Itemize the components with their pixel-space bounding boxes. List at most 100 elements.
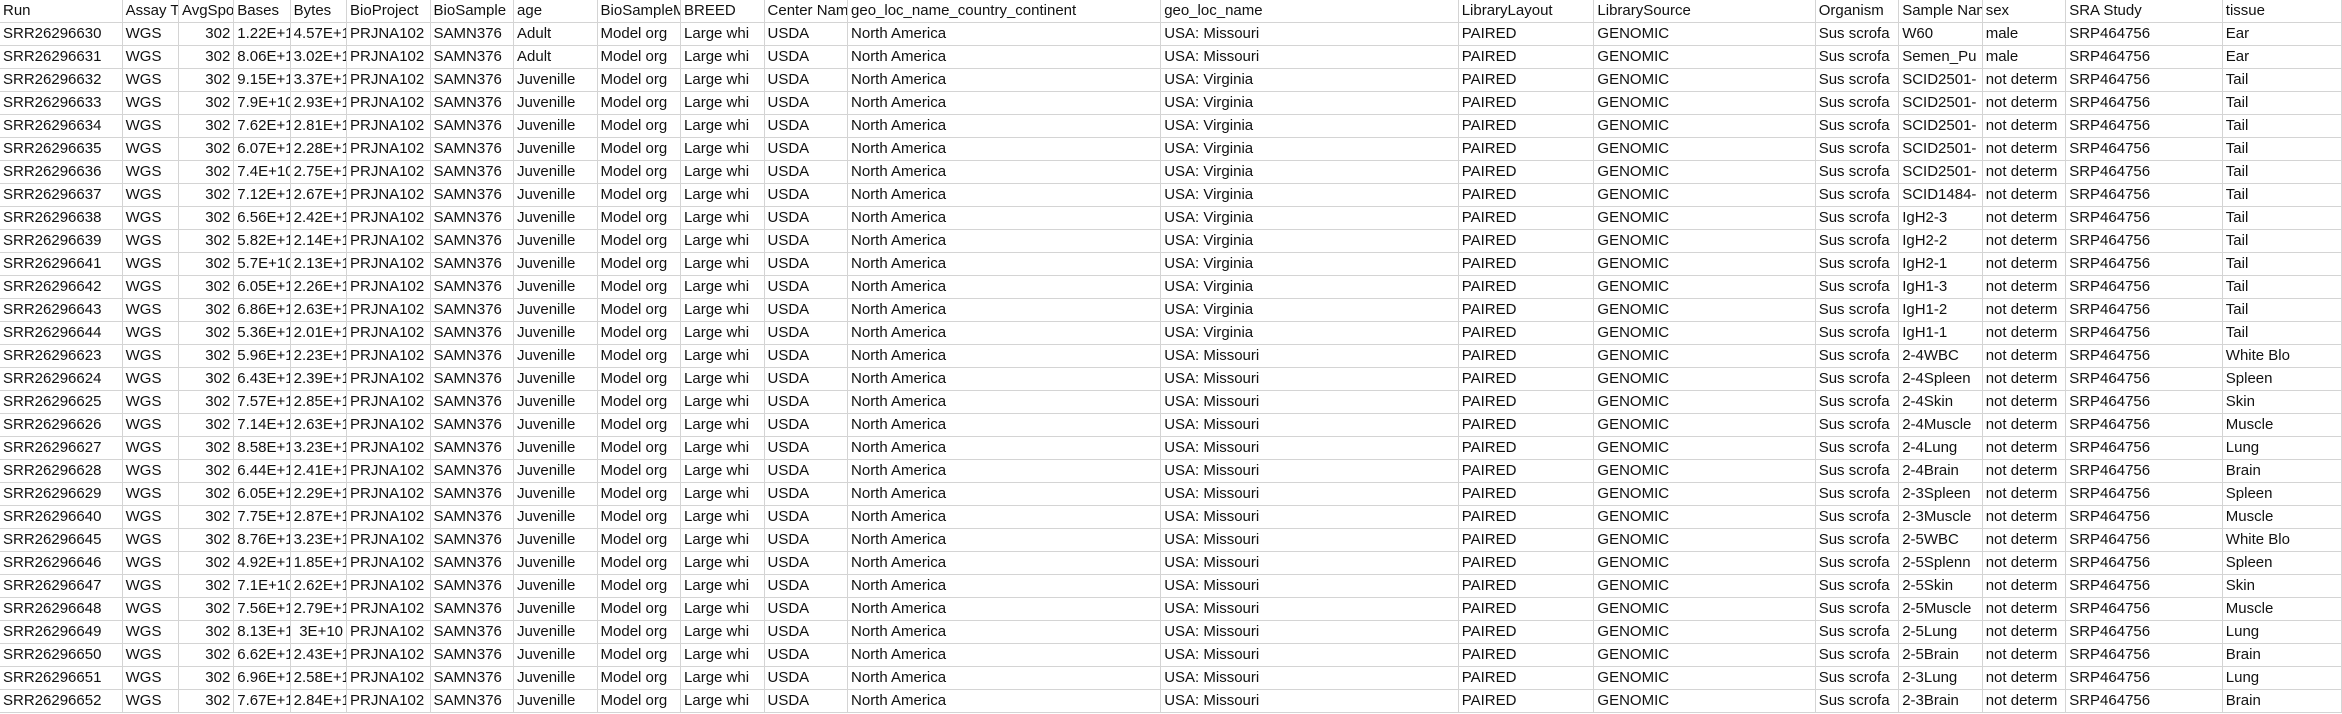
table-cell[interactable]: Juvenille bbox=[513, 114, 598, 138]
table-cell[interactable]: SRR26296638 bbox=[0, 206, 123, 230]
table-cell[interactable]: Large whi bbox=[680, 114, 765, 138]
table-cell[interactable]: Model org bbox=[597, 252, 682, 276]
table-cell[interactable]: Juvenille bbox=[513, 528, 598, 552]
table-cell[interactable]: 302 bbox=[178, 574, 235, 598]
table-cell[interactable]: SRR26296624 bbox=[0, 367, 123, 391]
table-cell[interactable]: Large whi bbox=[680, 505, 765, 529]
table-cell[interactable]: North America bbox=[847, 551, 1162, 575]
table-cell[interactable]: SAMN376 bbox=[430, 574, 515, 598]
table-cell[interactable]: WGS bbox=[122, 551, 179, 575]
table-cell[interactable]: SRP464756 bbox=[2065, 344, 2223, 368]
table-cell[interactable]: USDA bbox=[764, 574, 849, 598]
table-row[interactable]: SRR26296631WGS3028.06E+103.02E+10PRJNA10… bbox=[0, 45, 2342, 69]
table-cell[interactable]: not determ bbox=[1982, 666, 2067, 690]
table-cell[interactable]: 3.23E+10 bbox=[290, 528, 348, 552]
table-cell[interactable]: Large whi bbox=[680, 321, 765, 345]
table-cell[interactable]: Model org bbox=[597, 505, 682, 529]
table-cell[interactable]: GENOMIC bbox=[1593, 459, 1816, 483]
table-cell[interactable]: not determ bbox=[1982, 574, 2067, 598]
table-cell[interactable]: Model org bbox=[597, 482, 682, 506]
table-cell[interactable]: North America bbox=[847, 91, 1162, 115]
table-row[interactable]: SRR26296627WGS3028.58E+103.23E+10PRJNA10… bbox=[0, 436, 2342, 460]
table-cell[interactable]: WGS bbox=[122, 137, 179, 161]
table-cell[interactable]: 5.7E+10 bbox=[233, 252, 291, 276]
table-cell[interactable]: Juvenille bbox=[513, 229, 598, 253]
table-cell[interactable]: Juvenille bbox=[513, 436, 598, 460]
table-cell[interactable]: SRP464756 bbox=[2065, 275, 2223, 299]
table-cell[interactable]: 302 bbox=[178, 436, 235, 460]
table-cell[interactable]: Model org bbox=[597, 45, 682, 69]
table-cell[interactable]: 3E+10 bbox=[290, 620, 348, 644]
table-cell[interactable]: IgH1-1 bbox=[1898, 321, 1983, 345]
table-cell[interactable]: 6.43E+10 bbox=[233, 367, 291, 391]
table-cell[interactable]: Tail bbox=[2222, 91, 2342, 115]
table-cell[interactable]: PAIRED bbox=[1458, 413, 1595, 437]
table-cell[interactable]: USA: Virginia bbox=[1160, 298, 1459, 322]
table-cell[interactable]: Sus scrofa bbox=[1815, 551, 1900, 575]
table-cell[interactable]: North America bbox=[847, 689, 1162, 713]
table-cell[interactable]: 302 bbox=[178, 528, 235, 552]
table-cell[interactable]: 302 bbox=[178, 68, 235, 92]
table-cell[interactable]: 2.67E+10 bbox=[290, 183, 348, 207]
table-cell[interactable]: Model org bbox=[597, 643, 682, 667]
table-cell[interactable]: GENOMIC bbox=[1593, 620, 1816, 644]
table-cell[interactable]: 2.13E+10 bbox=[290, 252, 348, 276]
table-cell[interactable]: SAMN376 bbox=[430, 459, 515, 483]
table-cell[interactable]: 7.4E+10 bbox=[233, 160, 291, 184]
table-cell[interactable]: SRR26296631 bbox=[0, 45, 123, 69]
table-cell[interactable]: USDA bbox=[764, 666, 849, 690]
table-cell[interactable]: PAIRED bbox=[1458, 91, 1595, 115]
table-cell[interactable]: North America bbox=[847, 45, 1162, 69]
table-cell[interactable]: Sus scrofa bbox=[1815, 620, 1900, 644]
table-row[interactable]: SRR26296636WGS3027.4E+102.75E+10PRJNA102… bbox=[0, 160, 2342, 184]
table-cell[interactable]: North America bbox=[847, 344, 1162, 368]
table-cell[interactable]: 2-5WBC bbox=[1898, 528, 1983, 552]
table-cell[interactable]: Large whi bbox=[680, 643, 765, 667]
column-header[interactable]: tissue bbox=[2222, 0, 2342, 23]
table-cell[interactable]: 2.41E+10 bbox=[290, 459, 348, 483]
table-cell[interactable]: WGS bbox=[122, 344, 179, 368]
table-cell[interactable]: Model org bbox=[597, 298, 682, 322]
table-cell[interactable]: Juvenille bbox=[513, 298, 598, 322]
table-cell[interactable]: Juvenille bbox=[513, 183, 598, 207]
table-cell[interactable]: Lung bbox=[2222, 436, 2342, 460]
table-cell[interactable]: 9.15E+10 bbox=[233, 68, 291, 92]
table-cell[interactable]: North America bbox=[847, 275, 1162, 299]
table-cell[interactable]: Juvenille bbox=[513, 551, 598, 575]
table-cell[interactable]: SRP464756 bbox=[2065, 45, 2223, 69]
table-cell[interactable]: PAIRED bbox=[1458, 344, 1595, 368]
table-cell[interactable]: PRJNA102 bbox=[346, 505, 431, 529]
table-cell[interactable]: SAMN376 bbox=[430, 298, 515, 322]
table-cell[interactable]: GENOMIC bbox=[1593, 413, 1816, 437]
table-row[interactable]: SRR26296629WGS3026.05E+102.29E+10PRJNA10… bbox=[0, 482, 2342, 506]
table-cell[interactable]: WGS bbox=[122, 574, 179, 598]
table-cell[interactable]: PRJNA102 bbox=[346, 183, 431, 207]
table-cell[interactable]: SAMN376 bbox=[430, 597, 515, 621]
table-cell[interactable]: IgH2-3 bbox=[1898, 206, 1983, 230]
table-cell[interactable]: USDA bbox=[764, 45, 849, 69]
table-cell[interactable]: SAMN376 bbox=[430, 390, 515, 414]
table-cell[interactable]: SRP464756 bbox=[2065, 574, 2223, 598]
table-cell[interactable]: 2.63E+10 bbox=[290, 413, 348, 437]
table-cell[interactable]: SRP464756 bbox=[2065, 413, 2223, 437]
table-cell[interactable]: Sus scrofa bbox=[1815, 344, 1900, 368]
table-cell[interactable]: SAMN376 bbox=[430, 206, 515, 230]
table-cell[interactable]: 2.23E+10 bbox=[290, 344, 348, 368]
table-cell[interactable]: Ear bbox=[2222, 45, 2342, 69]
table-cell[interactable]: Large whi bbox=[680, 528, 765, 552]
table-cell[interactable]: 2-5Skin bbox=[1898, 574, 1983, 598]
table-cell[interactable]: WGS bbox=[122, 229, 179, 253]
table-cell[interactable]: PAIRED bbox=[1458, 114, 1595, 138]
table-cell[interactable]: PAIRED bbox=[1458, 321, 1595, 345]
table-cell[interactable]: Sus scrofa bbox=[1815, 528, 1900, 552]
table-cell[interactable]: USDA bbox=[764, 206, 849, 230]
table-cell[interactable]: SCID2501- bbox=[1898, 137, 1983, 161]
table-cell[interactable]: Sus scrofa bbox=[1815, 114, 1900, 138]
table-cell[interactable]: Juvenille bbox=[513, 275, 598, 299]
table-cell[interactable]: 1.22E+11 bbox=[233, 22, 291, 46]
table-row[interactable]: SRR26296646WGS3024.92E+101.85E+10PRJNA10… bbox=[0, 551, 2342, 575]
table-cell[interactable]: SRR26296639 bbox=[0, 229, 123, 253]
table-cell[interactable]: PAIRED bbox=[1458, 229, 1595, 253]
column-header[interactable]: geo_loc_name bbox=[1160, 0, 1459, 23]
table-cell[interactable]: SRR26296634 bbox=[0, 114, 123, 138]
